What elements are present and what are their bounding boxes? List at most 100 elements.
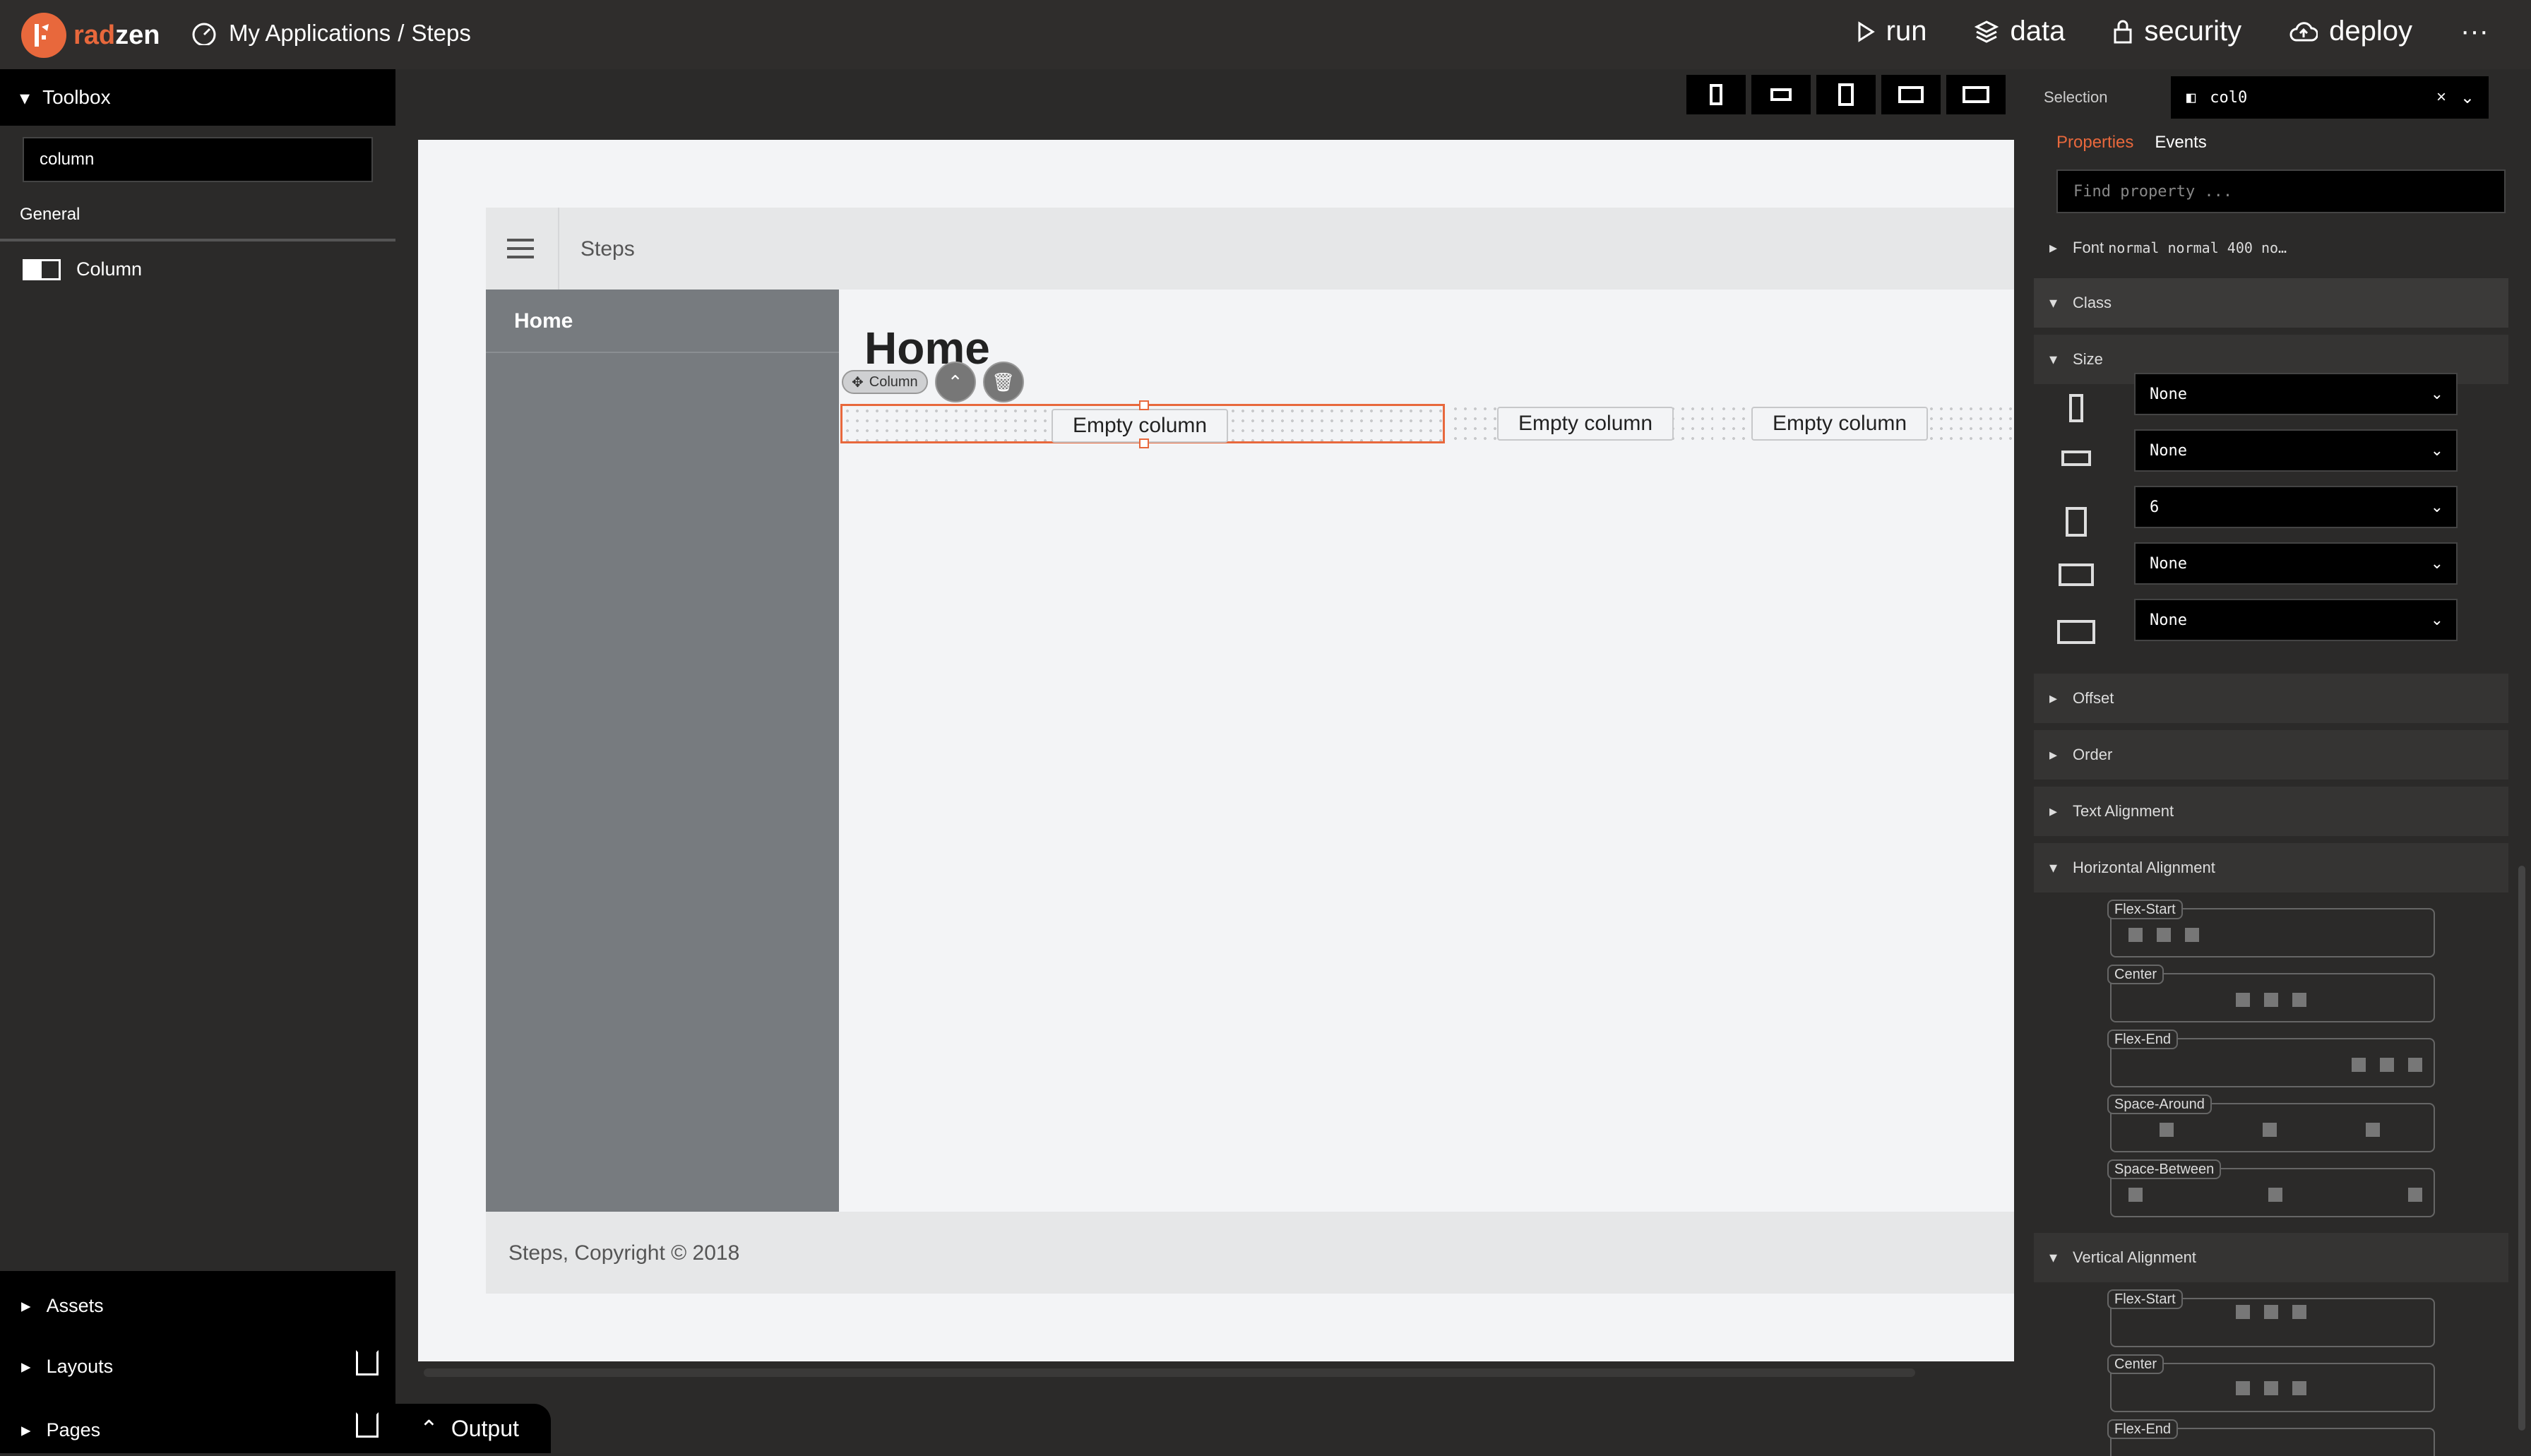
caret-down-icon: ▾	[20, 86, 30, 109]
clear-icon[interactable]: ×	[2436, 88, 2446, 107]
deploy-button[interactable]: deploy	[2289, 16, 2412, 47]
run-label: run	[1886, 16, 1927, 47]
empty-column-button[interactable]: Empty column	[1751, 407, 1929, 441]
select-parent-button[interactable]: ⌃	[934, 362, 976, 402]
empty-column-button[interactable]: Empty column	[1052, 409, 1229, 443]
size-select-laptop[interactable]: None ⌄	[2134, 542, 2458, 585]
radzen-logo[interactable]: radzen	[21, 13, 160, 58]
size-row-phone-landscape: None ⌄	[2055, 429, 2458, 472]
chevron-down-icon[interactable]: ⌄	[2460, 88, 2475, 108]
h-align-flex-end[interactable]: Flex-End	[2107, 1030, 2435, 1087]
class-section[interactable]: ▾ Class	[2034, 278, 2508, 328]
v-align-center[interactable]: Center	[2107, 1354, 2435, 1412]
size-select-desktop[interactable]: None ⌄	[2134, 599, 2458, 641]
size-row-phone: None ⌄	[2055, 373, 2458, 422]
assets-section[interactable]: ▸ Assets	[21, 1295, 104, 1317]
output-panel-toggle[interactable]: ⌃ Output	[395, 1404, 551, 1453]
chevron-down-icon: ⌄	[2430, 611, 2443, 628]
data-button[interactable]: data	[1975, 16, 2065, 47]
tab-events[interactable]: Events	[2155, 133, 2206, 153]
more-menu-button[interactable]: ···	[2460, 16, 2489, 47]
breadcrumb-page[interactable]: Steps	[411, 20, 470, 47]
column-icon: ◧	[2186, 88, 2196, 107]
caret-right-icon: ▸	[2049, 746, 2058, 763]
phone-icon	[2055, 394, 2097, 422]
sidebar-item-home[interactable]: Home	[514, 309, 573, 333]
v-align-flex-end[interactable]: Flex-End	[2107, 1419, 2435, 1456]
properties-scrollbar[interactable]	[2518, 866, 2525, 1431]
option-label: Space-Around	[2107, 1094, 2212, 1114]
breadcrumb-root[interactable]: My Applications	[229, 20, 391, 47]
output-label: Output	[451, 1415, 519, 1441]
find-property-input[interactable]: Find property ...	[2056, 169, 2506, 213]
column[interactable]: Empty column	[1719, 404, 2014, 443]
tab-properties[interactable]: Properties	[2056, 133, 2133, 153]
caret-right-icon: ▸	[21, 1419, 31, 1440]
device-phone-button[interactable]	[1686, 75, 1746, 114]
h-align-space-around[interactable]: Space-Around	[2107, 1094, 2435, 1152]
device-switcher	[1686, 75, 2006, 114]
order-section[interactable]: ▸ Order	[2034, 730, 2508, 780]
chevron-up-icon: ⌃	[947, 371, 963, 393]
selection-dropdown[interactable]: ◧ col0 × ⌄	[2171, 76, 2489, 119]
v-flex-start-dots-icon	[2236, 1305, 2306, 1319]
toolbox-header[interactable]: ▾ Toolbox	[0, 69, 395, 126]
add-page-icon[interactable]	[356, 1412, 379, 1438]
option-label: Flex-Start	[2107, 1289, 2183, 1309]
selection-label: Selection	[2044, 88, 2108, 106]
desktop-icon	[1963, 86, 1989, 103]
radzen-logo-icon	[21, 13, 66, 58]
size-select-phone[interactable]: None ⌄	[2134, 373, 2458, 415]
phone-icon	[1710, 84, 1722, 105]
device-laptop-button[interactable]	[1881, 75, 1941, 114]
h-align-space-between[interactable]: Space-Between	[2107, 1159, 2435, 1217]
size-select-phone-landscape[interactable]: None ⌄	[2134, 429, 2458, 472]
add-layout-icon[interactable]	[356, 1350, 379, 1376]
toolbox-search-input[interactable]: column	[23, 137, 373, 182]
text-alignment-section[interactable]: ▸ Text Alignment	[2034, 787, 2508, 836]
order-label: Order	[2073, 746, 2113, 763]
offset-section[interactable]: ▸ Offset	[2034, 674, 2508, 723]
horizontal-alignment-section[interactable]: ▾ Horizontal Alignment	[2034, 843, 2508, 893]
layers-icon	[1975, 20, 1999, 43]
property-tabs: Properties Events	[2056, 133, 2207, 153]
caret-down-icon: ▾	[2049, 350, 2058, 368]
device-desktop-button[interactable]	[1946, 75, 2006, 114]
resize-handle-bottom[interactable]	[1139, 438, 1149, 448]
v-align-flex-start[interactable]: Flex-Start	[2107, 1289, 2435, 1347]
pages-section[interactable]: ▸ Pages	[21, 1419, 100, 1441]
font-property[interactable]: ▸ Font normal normal 400 no…	[2034, 223, 2508, 273]
space-around-dots-icon	[2160, 1123, 2380, 1137]
app-header: Steps	[486, 208, 2014, 290]
run-button[interactable]: run	[1857, 16, 1927, 47]
flex-start-dots-icon	[2128, 928, 2199, 942]
device-tablet-button[interactable]	[1816, 75, 1876, 114]
toolbox-item-column[interactable]: Column	[23, 258, 142, 280]
vertical-alignment-section[interactable]: ▾ Vertical Alignment	[2034, 1233, 2508, 1282]
h-align-flex-start[interactable]: Flex-Start	[2107, 900, 2435, 957]
layouts-section[interactable]: ▸ Layouts	[21, 1356, 113, 1378]
resize-handle-top[interactable]	[1139, 400, 1149, 410]
selection-value: col0	[2210, 88, 2248, 107]
column-icon	[23, 258, 61, 280]
option-label: Flex-End	[2107, 1419, 2179, 1439]
size-select-tablet[interactable]: 6 ⌄	[2134, 486, 2458, 528]
delete-button[interactable]: 🗑	[982, 362, 1024, 402]
size-row-laptop: None ⌄	[2055, 542, 2458, 586]
layouts-label: Layouts	[46, 1356, 114, 1377]
size-row-tablet: 6 ⌄	[2055, 486, 2458, 537]
phone-landscape-icon	[1770, 88, 1792, 101]
hamburger-icon[interactable]	[507, 239, 534, 264]
horizontal-alignment-label: Horizontal Alignment	[2073, 859, 2215, 876]
column-selected[interactable]: Empty column	[840, 400, 1445, 448]
chevron-down-icon: ⌄	[2430, 385, 2443, 402]
column[interactable]: Empty column	[1451, 404, 1713, 443]
security-button[interactable]: security	[2113, 16, 2241, 47]
h-align-center[interactable]: Center	[2107, 965, 2435, 1022]
column-tag-label: Column	[869, 374, 918, 390]
column-drag-tag[interactable]: ✥ Column	[842, 370, 928, 394]
toolbox-item-label: Column	[76, 258, 143, 280]
empty-column-button[interactable]: Empty column	[1497, 407, 1674, 441]
device-phone-landscape-button[interactable]	[1751, 75, 1811, 114]
horizontal-scrollbar[interactable]	[424, 1368, 1915, 1377]
